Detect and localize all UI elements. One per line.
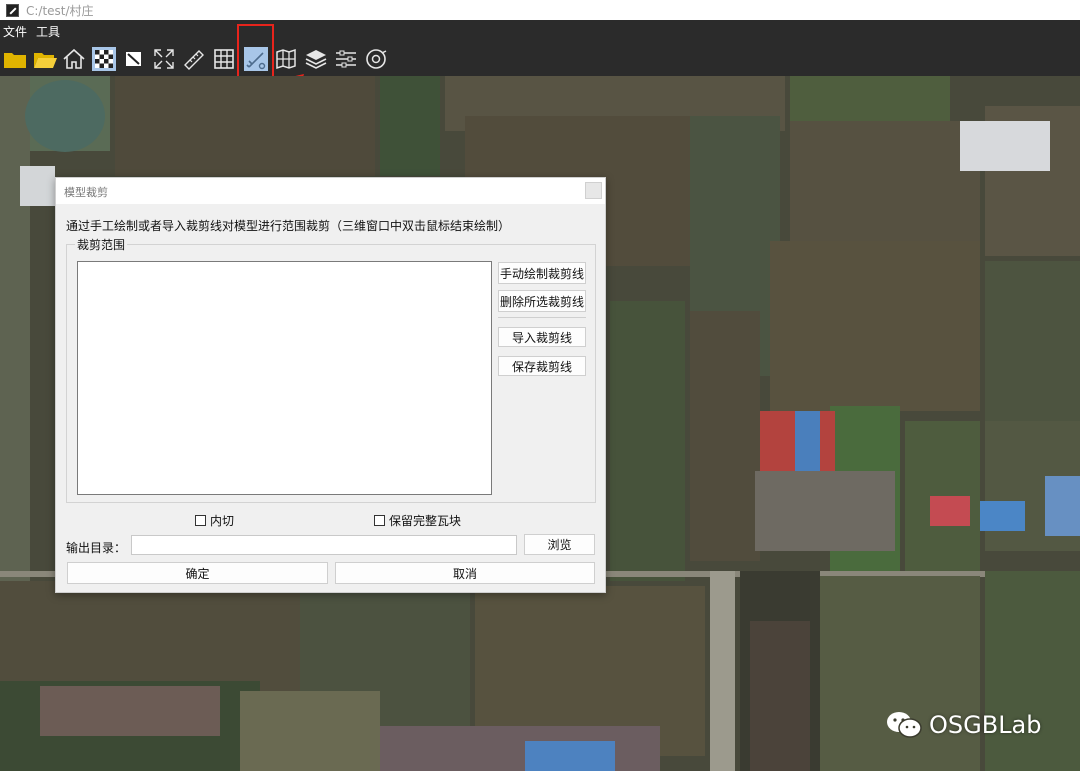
ruler-icon[interactable] bbox=[182, 47, 206, 71]
settings-sliders-icon[interactable] bbox=[334, 47, 358, 71]
checkbox-label: 内切 bbox=[210, 514, 235, 528]
clip-line-list[interactable] bbox=[77, 261, 492, 495]
browse-button[interactable]: 浏览 bbox=[524, 534, 595, 555]
menu-bar: 文件 工具 bbox=[0, 20, 1080, 42]
export-icon[interactable] bbox=[364, 47, 388, 71]
menu-tools[interactable]: 工具 bbox=[36, 23, 60, 40]
menu-file[interactable]: 文件 bbox=[3, 23, 27, 40]
wechat-icon bbox=[887, 712, 922, 738]
layers-icon[interactable] bbox=[304, 47, 328, 71]
clip-range-group: 裁剪范围 手动绘制裁剪线 删除所选裁剪线 导入裁剪线 保存裁剪线 bbox=[66, 236, 596, 503]
keep-tiles-checkbox[interactable]: 保留完整瓦块 bbox=[374, 512, 461, 529]
save-clip-line-button[interactable]: 保存裁剪线 bbox=[498, 356, 586, 376]
divider bbox=[498, 317, 586, 318]
ok-button[interactable]: 确定 bbox=[67, 562, 328, 584]
map-book-icon[interactable] bbox=[274, 47, 298, 71]
open-folder-icon[interactable] bbox=[33, 47, 57, 71]
cancel-button[interactable]: 取消 bbox=[335, 562, 595, 584]
home-icon[interactable] bbox=[62, 47, 86, 71]
output-dir-label: 输出目录： bbox=[66, 541, 127, 555]
title-bar: C:/test/村庄 bbox=[0, 0, 1080, 20]
checkbox-label: 保留完整瓦块 bbox=[389, 514, 462, 528]
fullscreen-icon[interactable] bbox=[152, 47, 176, 71]
model-clip-dialog: 模型裁剪 通过手工绘制或者导入裁剪线对模型进行范围裁剪（三维窗口中双击鼠标结束绘… bbox=[55, 177, 606, 593]
checkbox-box[interactable] bbox=[195, 515, 206, 526]
texture-icon[interactable] bbox=[92, 47, 116, 71]
inner-clip-checkbox[interactable]: 内切 bbox=[195, 512, 234, 529]
instruction-text: 通过手工绘制或者导入裁剪线对模型进行范围裁剪（三维窗口中双击鼠标结束绘制） bbox=[66, 219, 511, 233]
window-title: C:/test/村庄 bbox=[26, 3, 94, 18]
dialog-title-bar[interactable]: 模型裁剪 bbox=[56, 178, 605, 204]
toolbar bbox=[0, 42, 1080, 76]
draw-clip-line-button[interactable]: 手动绘制裁剪线 bbox=[498, 262, 586, 284]
import-clip-line-button[interactable]: 导入裁剪线 bbox=[498, 327, 586, 347]
square-icon[interactable] bbox=[122, 47, 146, 71]
watermark-text: OSGBLab bbox=[929, 711, 1042, 739]
grid-icon[interactable] bbox=[212, 47, 236, 71]
output-dir-input[interactable] bbox=[131, 535, 517, 555]
checkbox-box[interactable] bbox=[374, 515, 385, 526]
dialog-title: 模型裁剪 bbox=[64, 186, 108, 199]
app-icon bbox=[6, 3, 19, 17]
close-icon[interactable] bbox=[585, 182, 602, 199]
watermark: OSGBLab bbox=[885, 710, 1042, 740]
group-label: 裁剪范围 bbox=[75, 236, 128, 253]
folder-icon[interactable] bbox=[3, 47, 27, 71]
delete-clip-line-button[interactable]: 删除所选裁剪线 bbox=[498, 290, 586, 312]
